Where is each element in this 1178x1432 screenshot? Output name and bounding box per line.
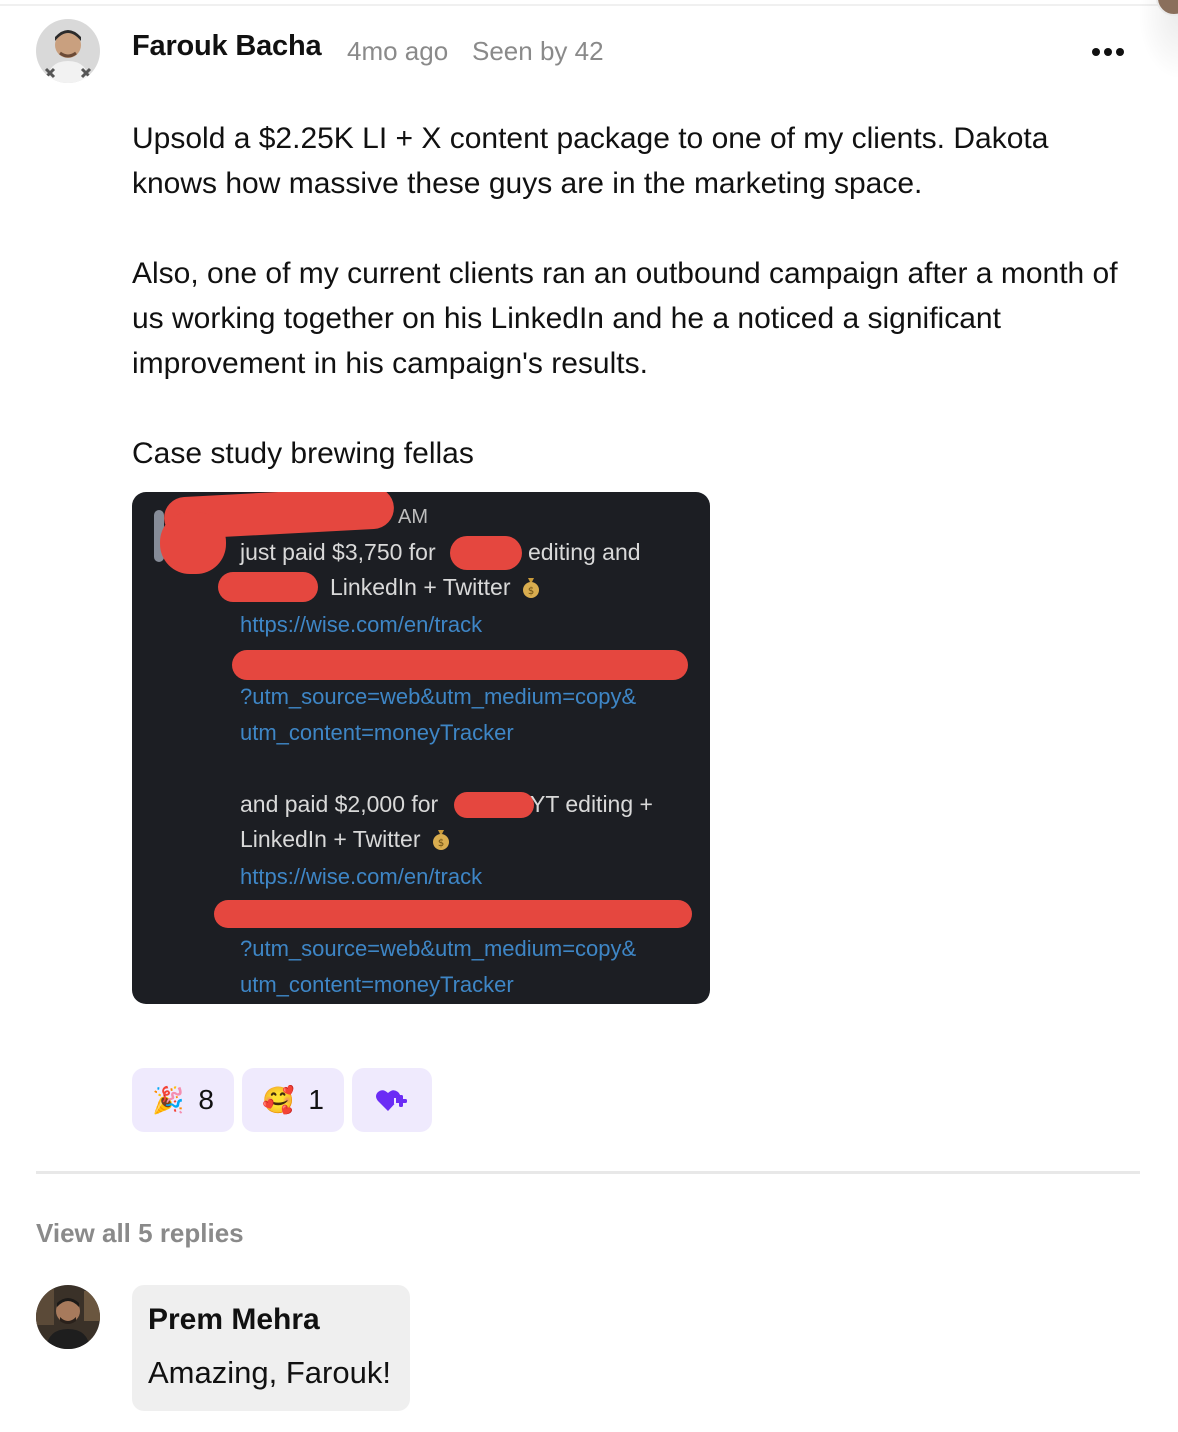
reactions-bar: 🎉 8 🥰 1 [132,1068,432,1132]
party-popper-icon: 🎉 [152,1085,185,1115]
svg-text:$: $ [528,586,534,597]
message-line: LinkedIn + Twitter $ [240,826,451,853]
redaction-mark [454,792,534,818]
reply-bubble: Prem Mehra Amazing, Farouk! [132,1285,410,1411]
post-paragraph: Also, one of my current clients ran an o… [132,257,1118,380]
reaction-love-button[interactable]: 🥰 1 [242,1068,344,1132]
author-name[interactable]: Farouk Bacha [132,30,322,63]
message-line-end: YT editing + [530,791,653,817]
reaction-count: 1 [308,1084,324,1115]
tracking-link[interactable]: ?utm_source=web&utm_medium=copy& [240,936,636,962]
message-line-text: LinkedIn + Twitter [240,826,421,852]
reply-author-name[interactable]: Prem Mehra [148,1303,320,1337]
post-body: Upsold a $2.25K LI + X content package t… [132,116,1132,476]
post-time: 4mo ago [347,36,449,66]
message-line: just paid $3,750 for [240,539,436,566]
smiling-face-with-hearts-icon: 🥰 [262,1085,295,1115]
reply-author-avatar[interactable] [36,1285,100,1349]
redaction-mark [214,900,692,928]
redaction-mark [218,572,318,602]
message-line: LinkedIn + Twitter $ [330,574,541,601]
more-horizontal-icon-dot [1104,48,1112,56]
reaction-count: 8 [198,1084,214,1115]
redaction-mark [232,650,688,680]
heart-plus-icon [376,1090,407,1111]
message-line: and paid $2,000 for [240,791,439,817]
more-options-button[interactable] [1088,40,1128,64]
reaction-party-button[interactable]: 🎉 8 [132,1068,234,1132]
seen-count[interactable]: Seen by 42 [472,36,604,67]
replies-divider [36,1171,1140,1174]
money-bag-icon: $ [432,830,449,850]
more-horizontal-icon [1092,48,1100,56]
reply-text: Amazing, Farouk! [148,1355,391,1390]
attached-screenshot[interactable]: AM just paid $3,750 for editing and Link… [132,492,710,1004]
view-all-replies-link[interactable]: View all 5 replies [36,1218,244,1249]
message-line-end: editing and [528,539,641,565]
message-line-text: LinkedIn + Twitter [330,574,511,600]
svg-text:$: $ [438,838,444,849]
redaction-mark [450,536,522,570]
post-paragraph: Upsold a $2.25K LI + X content package t… [132,122,1049,200]
author-avatar[interactable] [36,19,100,83]
post-paragraph: Case study brewing fellas [132,437,474,470]
redaction-mark [160,512,226,574]
tracking-link[interactable]: ?utm_source=web&utm_medium=copy& [240,684,636,710]
tracking-link[interactable]: utm_content=moneyTracker [240,972,514,998]
message-time-suffix: AM [398,506,428,528]
tracking-link[interactable]: https://wise.com/en/track [240,612,482,638]
tracking-link[interactable]: utm_content=moneyTracker [240,720,514,746]
money-bag-icon: $ [522,578,539,598]
more-horizontal-icon-dot [1116,48,1124,56]
top-divider [0,4,1178,6]
message-line-text: just paid $3,750 for [240,539,436,565]
add-reaction-button[interactable] [352,1068,432,1132]
tracking-link[interactable]: https://wise.com/en/track [240,864,482,890]
